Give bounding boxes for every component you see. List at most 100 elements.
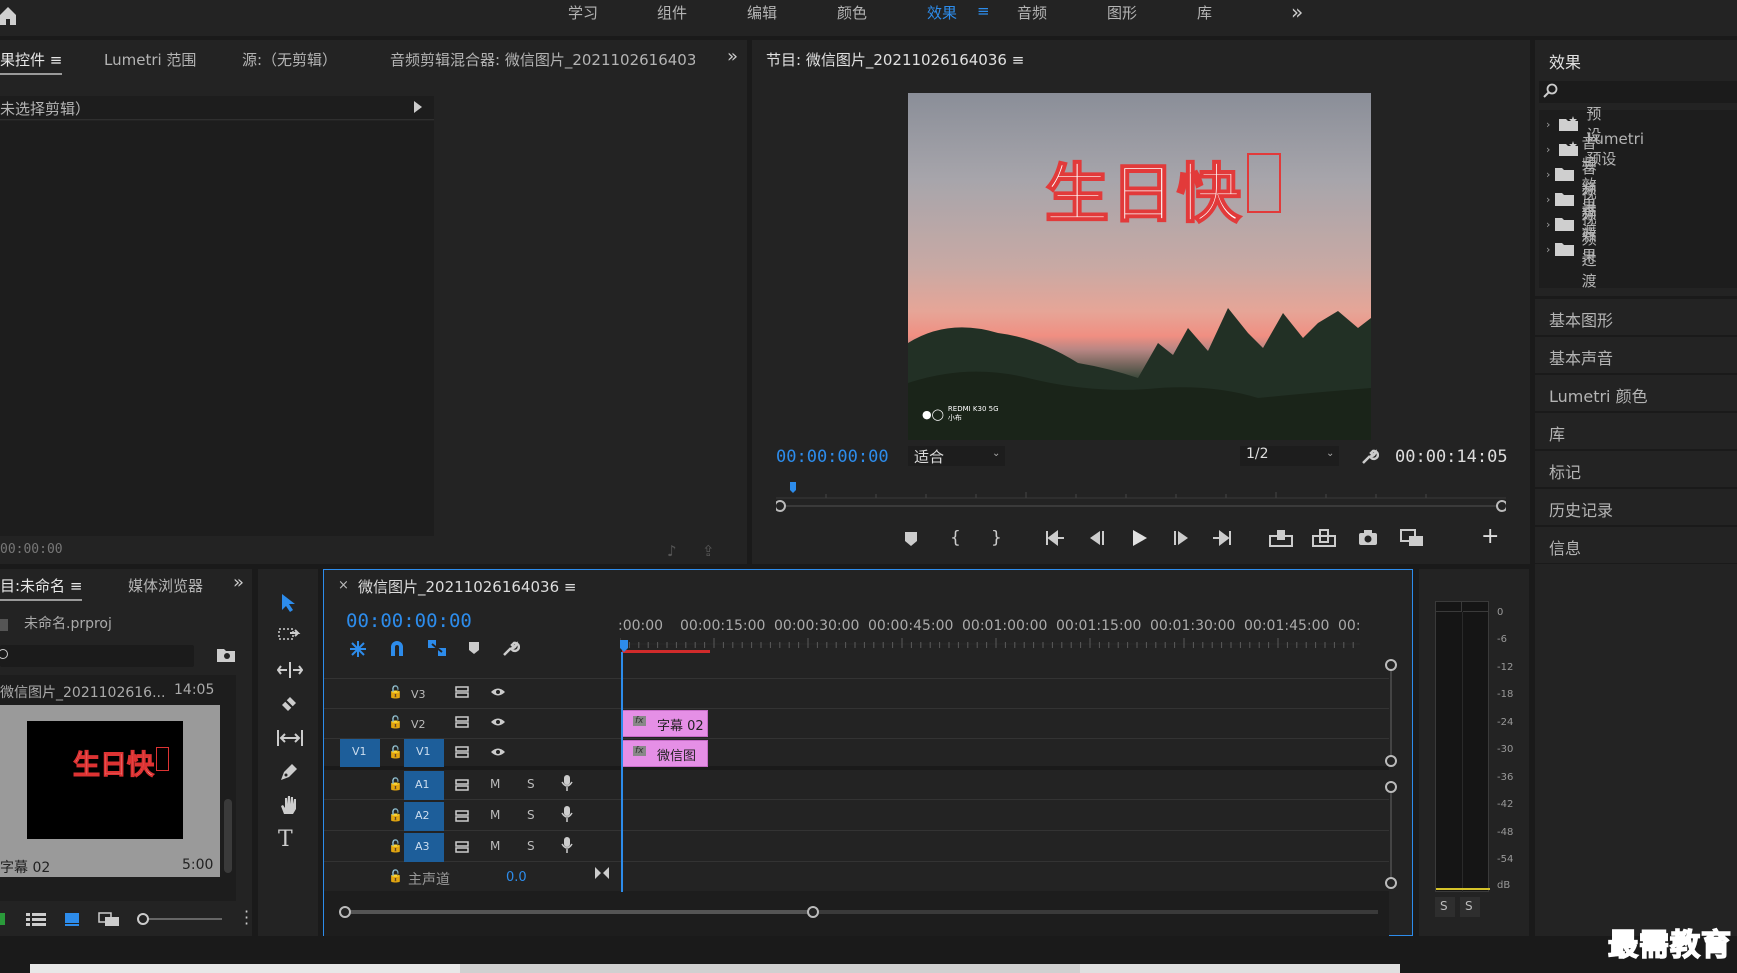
timeline-zoom-scrollbar[interactable] [338,905,1378,919]
mark-in-icon[interactable]: { [950,528,961,548]
razor-tool-icon[interactable] [279,694,299,714]
eye-icon[interactable] [490,687,506,697]
workspace-tab-assembly[interactable]: 组件 [657,2,687,23]
project-scrollbar[interactable] [224,799,232,873]
fit-select[interactable]: 适合 ⌄ [908,446,1005,466]
lock-icon[interactable]: 🔓 [388,745,403,759]
tab-effect-controls[interactable]: 果控件 ≡ [0,49,63,75]
nest-toggle-icon[interactable] [349,640,367,658]
go-to-in-icon[interactable] [1045,530,1065,546]
panel-history[interactable]: 历史记录 [1535,488,1737,525]
video-vertical-scroll[interactable] [1384,658,1398,768]
tab-source[interactable]: 源:（无剪辑） [242,49,337,70]
panel-overflow-icon[interactable]: » [233,572,244,593]
panel-menu-icon[interactable]: ≡ [50,51,63,69]
project-search-input[interactable] [0,645,194,667]
sync-lock-icon[interactable] [455,746,469,758]
hand-tool-icon[interactable] [279,795,299,815]
timeline-timecode[interactable]: 00:00:00:00 [346,610,472,632]
new-search-bin-icon[interactable] [216,647,236,663]
slip-tool-icon[interactable] [276,729,304,747]
microphone-icon[interactable] [561,774,573,792]
go-to-master-icon[interactable] [594,866,610,880]
mute-button[interactable]: M [490,839,500,853]
sync-lock-icon[interactable] [455,716,469,728]
panel-lumetri-color[interactable]: Lumetri 颜色 [1535,374,1737,411]
track-target-a2[interactable]: A2 [404,802,444,831]
overwrite-icon[interactable] [1312,529,1336,547]
add-marker-icon[interactable] [904,531,918,547]
zoom-slider[interactable] [136,912,222,926]
track-target-v1[interactable]: V1 [404,739,444,767]
export-frame-camera-icon[interactable] [1358,529,1378,546]
mute-button[interactable]: M [490,777,500,791]
workspace-menu-icon[interactable]: ≡ [977,2,990,20]
sequence-menu-icon[interactable]: ≡ [564,578,577,596]
play-icon[interactable] [1132,529,1148,547]
workspace-tab-libraries[interactable]: 库 [1197,2,1212,23]
expand-arrow-icon[interactable] [414,101,422,113]
panel-overflow-icon[interactable]: » [727,46,738,67]
mute-button[interactable]: M [490,808,500,822]
track-label-v2[interactable]: V2 [411,718,426,731]
panel-essential-graphics[interactable]: 基本图形 [1535,298,1737,335]
comparison-view-icon[interactable] [1400,529,1424,547]
linked-selection-icon[interactable] [427,639,447,657]
timeline-playhead-line[interactable] [621,652,623,892]
lock-icon[interactable]: 🔓 [388,685,403,699]
effects-search-input[interactable] [1539,81,1737,103]
program-menu-icon[interactable]: ≡ [1012,51,1025,69]
sync-lock-icon[interactable] [455,810,469,822]
solo-left-button[interactable]: S [1435,897,1455,917]
workspace-tab-color[interactable]: 颜色 [837,2,867,23]
sync-lock-icon[interactable] [455,686,469,698]
tab-audio-clip-mixer[interactable]: 音频剪辑混合器: 微信图片_2021102616403 [390,49,695,70]
lock-icon[interactable]: 🔓 [388,869,403,883]
program-timecode-in[interactable]: 00:00:00:00 [776,447,889,467]
solo-button[interactable]: S [527,808,535,822]
panel-menu-icon[interactable]: ≡ [70,577,83,595]
microphone-icon[interactable] [561,805,573,823]
title-overlay-text[interactable]: 生日快 [1044,143,1281,235]
panel-markers[interactable]: 标记 [1535,450,1737,487]
lock-icon[interactable]: 🔓 [388,808,403,822]
add-marker-icon[interactable] [468,641,480,655]
lock-icon[interactable]: 🔓 [388,715,403,729]
track-select-tool-icon[interactable] [278,627,302,645]
effects-item-video-transitions[interactable]: › 视频过渡 [1546,209,1607,290]
mark-out-icon[interactable]: } [991,528,1002,548]
pen-tool-icon[interactable] [279,762,299,782]
freeform-view-icon[interactable] [98,912,120,927]
more-options-icon[interactable]: · · · [244,904,249,932]
eye-icon[interactable] [490,717,506,727]
workspace-overflow-icon[interactable]: » [1291,0,1303,24]
program-scrub-bar[interactable] [776,482,1506,512]
workspace-tab-learn[interactable]: 学习 [568,2,598,23]
snap-magnet-icon[interactable] [389,639,405,657]
workspace-tab-audio[interactable]: 音频 [1017,2,1047,23]
home-icon[interactable] [0,6,18,26]
new-item-square-icon[interactable] [0,913,5,925]
clip-title-v2[interactable]: fx 字幕 02 [622,710,708,737]
eye-icon[interactable] [490,747,506,757]
solo-button[interactable]: S [527,777,535,791]
step-forward-icon[interactable] [1172,530,1190,546]
list-view-icon[interactable] [26,913,46,927]
type-tool-icon[interactable]: T [278,827,293,852]
panel-libraries[interactable]: 库 [1535,412,1737,449]
solo-button[interactable]: S [527,839,535,853]
microphone-icon[interactable] [561,836,573,854]
sequence-tab[interactable]: 微信图片_20211026164036 ≡ [358,576,576,597]
close-sequence-icon[interactable]: × [338,578,349,593]
timeline-settings-wrench-icon[interactable] [502,639,520,657]
sync-lock-icon[interactable] [455,841,469,853]
time-ruler[interactable]: :00:00 00:00:15:00 00:00:30:00 00:00:45:… [618,618,1360,656]
tab-lumetri-scopes[interactable]: Lumetri 范围 [104,49,196,70]
sync-lock-icon[interactable] [455,779,469,791]
solo-right-button[interactable]: S [1460,897,1480,917]
insert-icon[interactable] [1269,529,1293,547]
wrench-icon[interactable] [1361,447,1379,465]
tab-project[interactable]: 目:未命名 ≡ [0,575,83,601]
panel-essential-sound[interactable]: 基本声音 [1535,336,1737,373]
resolution-select[interactable]: 1/2 ⌄ [1240,446,1339,466]
